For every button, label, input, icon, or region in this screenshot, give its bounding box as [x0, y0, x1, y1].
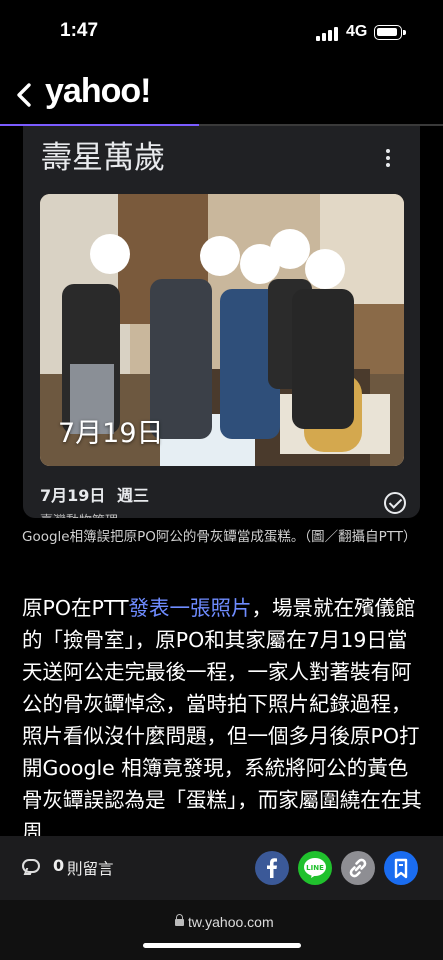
paragraph-text: 原PO在PTT — [22, 596, 129, 620]
action-bar: 0 則留言 LINE — [0, 836, 443, 900]
image-caption: Google相簿誤把原PO阿公的骨灰罈當成蛋糕。（圖／翻攝自PTT） — [22, 529, 417, 545]
svg-text:LINE: LINE — [306, 864, 324, 872]
album-title: 壽星萬歲 — [41, 140, 165, 176]
more-options-icon — [386, 149, 390, 170]
comment-icon[interactable] — [22, 859, 40, 873]
network-type: 4G — [346, 23, 368, 40]
line-share-button[interactable]: LINE — [298, 851, 332, 885]
copy-link-button[interactable] — [341, 851, 375, 885]
status-bar: 1:47 4G — [0, 0, 443, 66]
home-indicator[interactable] — [143, 943, 301, 948]
lock-icon — [175, 914, 184, 926]
cellular-signal-icon — [316, 27, 340, 41]
select-check-icon — [384, 492, 406, 514]
bookmark-icon — [394, 858, 408, 879]
memorial-photo[interactable]: 7月19日 — [40, 194, 404, 466]
battery-icon — [374, 25, 406, 40]
status-time: 1:47 — [60, 20, 99, 41]
facebook-icon — [267, 858, 277, 878]
bookmark-button[interactable] — [384, 851, 418, 885]
yahoo-logo[interactable]: yahoo! — [45, 72, 151, 111]
browser-url-bar[interactable]: tw.yahoo.com — [0, 900, 443, 960]
facebook-share-button[interactable] — [255, 851, 289, 885]
article-paragraph: 原PO在PTT發表一張照片，場景就在殯儀館的「撿骨室」，原PO和其家屬在7月19… — [22, 592, 422, 844]
photo-date-row: 7月19日 週三 — [40, 482, 155, 506]
photo-weekday: 週三 — [116, 486, 149, 505]
url-text[interactable]: tw.yahoo.com — [188, 914, 274, 930]
line-icon: LINE — [304, 858, 326, 878]
cut-off-text: 臺灣動物管理 — [40, 510, 118, 518]
comment-count[interactable]: 0 — [53, 856, 64, 875]
comment-label[interactable]: 則留言 — [67, 857, 114, 879]
article-content[interactable]: 壽星萬歲 7月19日 7月19日 週三 Google相簿誤把原PO阿公的骨灰罈當… — [0, 126, 443, 844]
article-link[interactable]: 發表一張照片 — [129, 596, 252, 620]
nav-bar: yahoo! — [0, 66, 443, 126]
link-icon — [349, 858, 367, 878]
paragraph-text: ，場景就在殯儀館的「撿骨室」，原PO和其家屬在7月19日當天送阿公走完最後一程，… — [22, 596, 422, 844]
embedded-screenshot: 壽星萬歲 7月19日 7月19日 週三 — [23, 126, 420, 518]
back-chevron-icon[interactable] — [14, 82, 36, 108]
photo-date-overlay: 7月19日 — [58, 418, 164, 449]
photo-date: 7月19日 — [40, 486, 106, 505]
